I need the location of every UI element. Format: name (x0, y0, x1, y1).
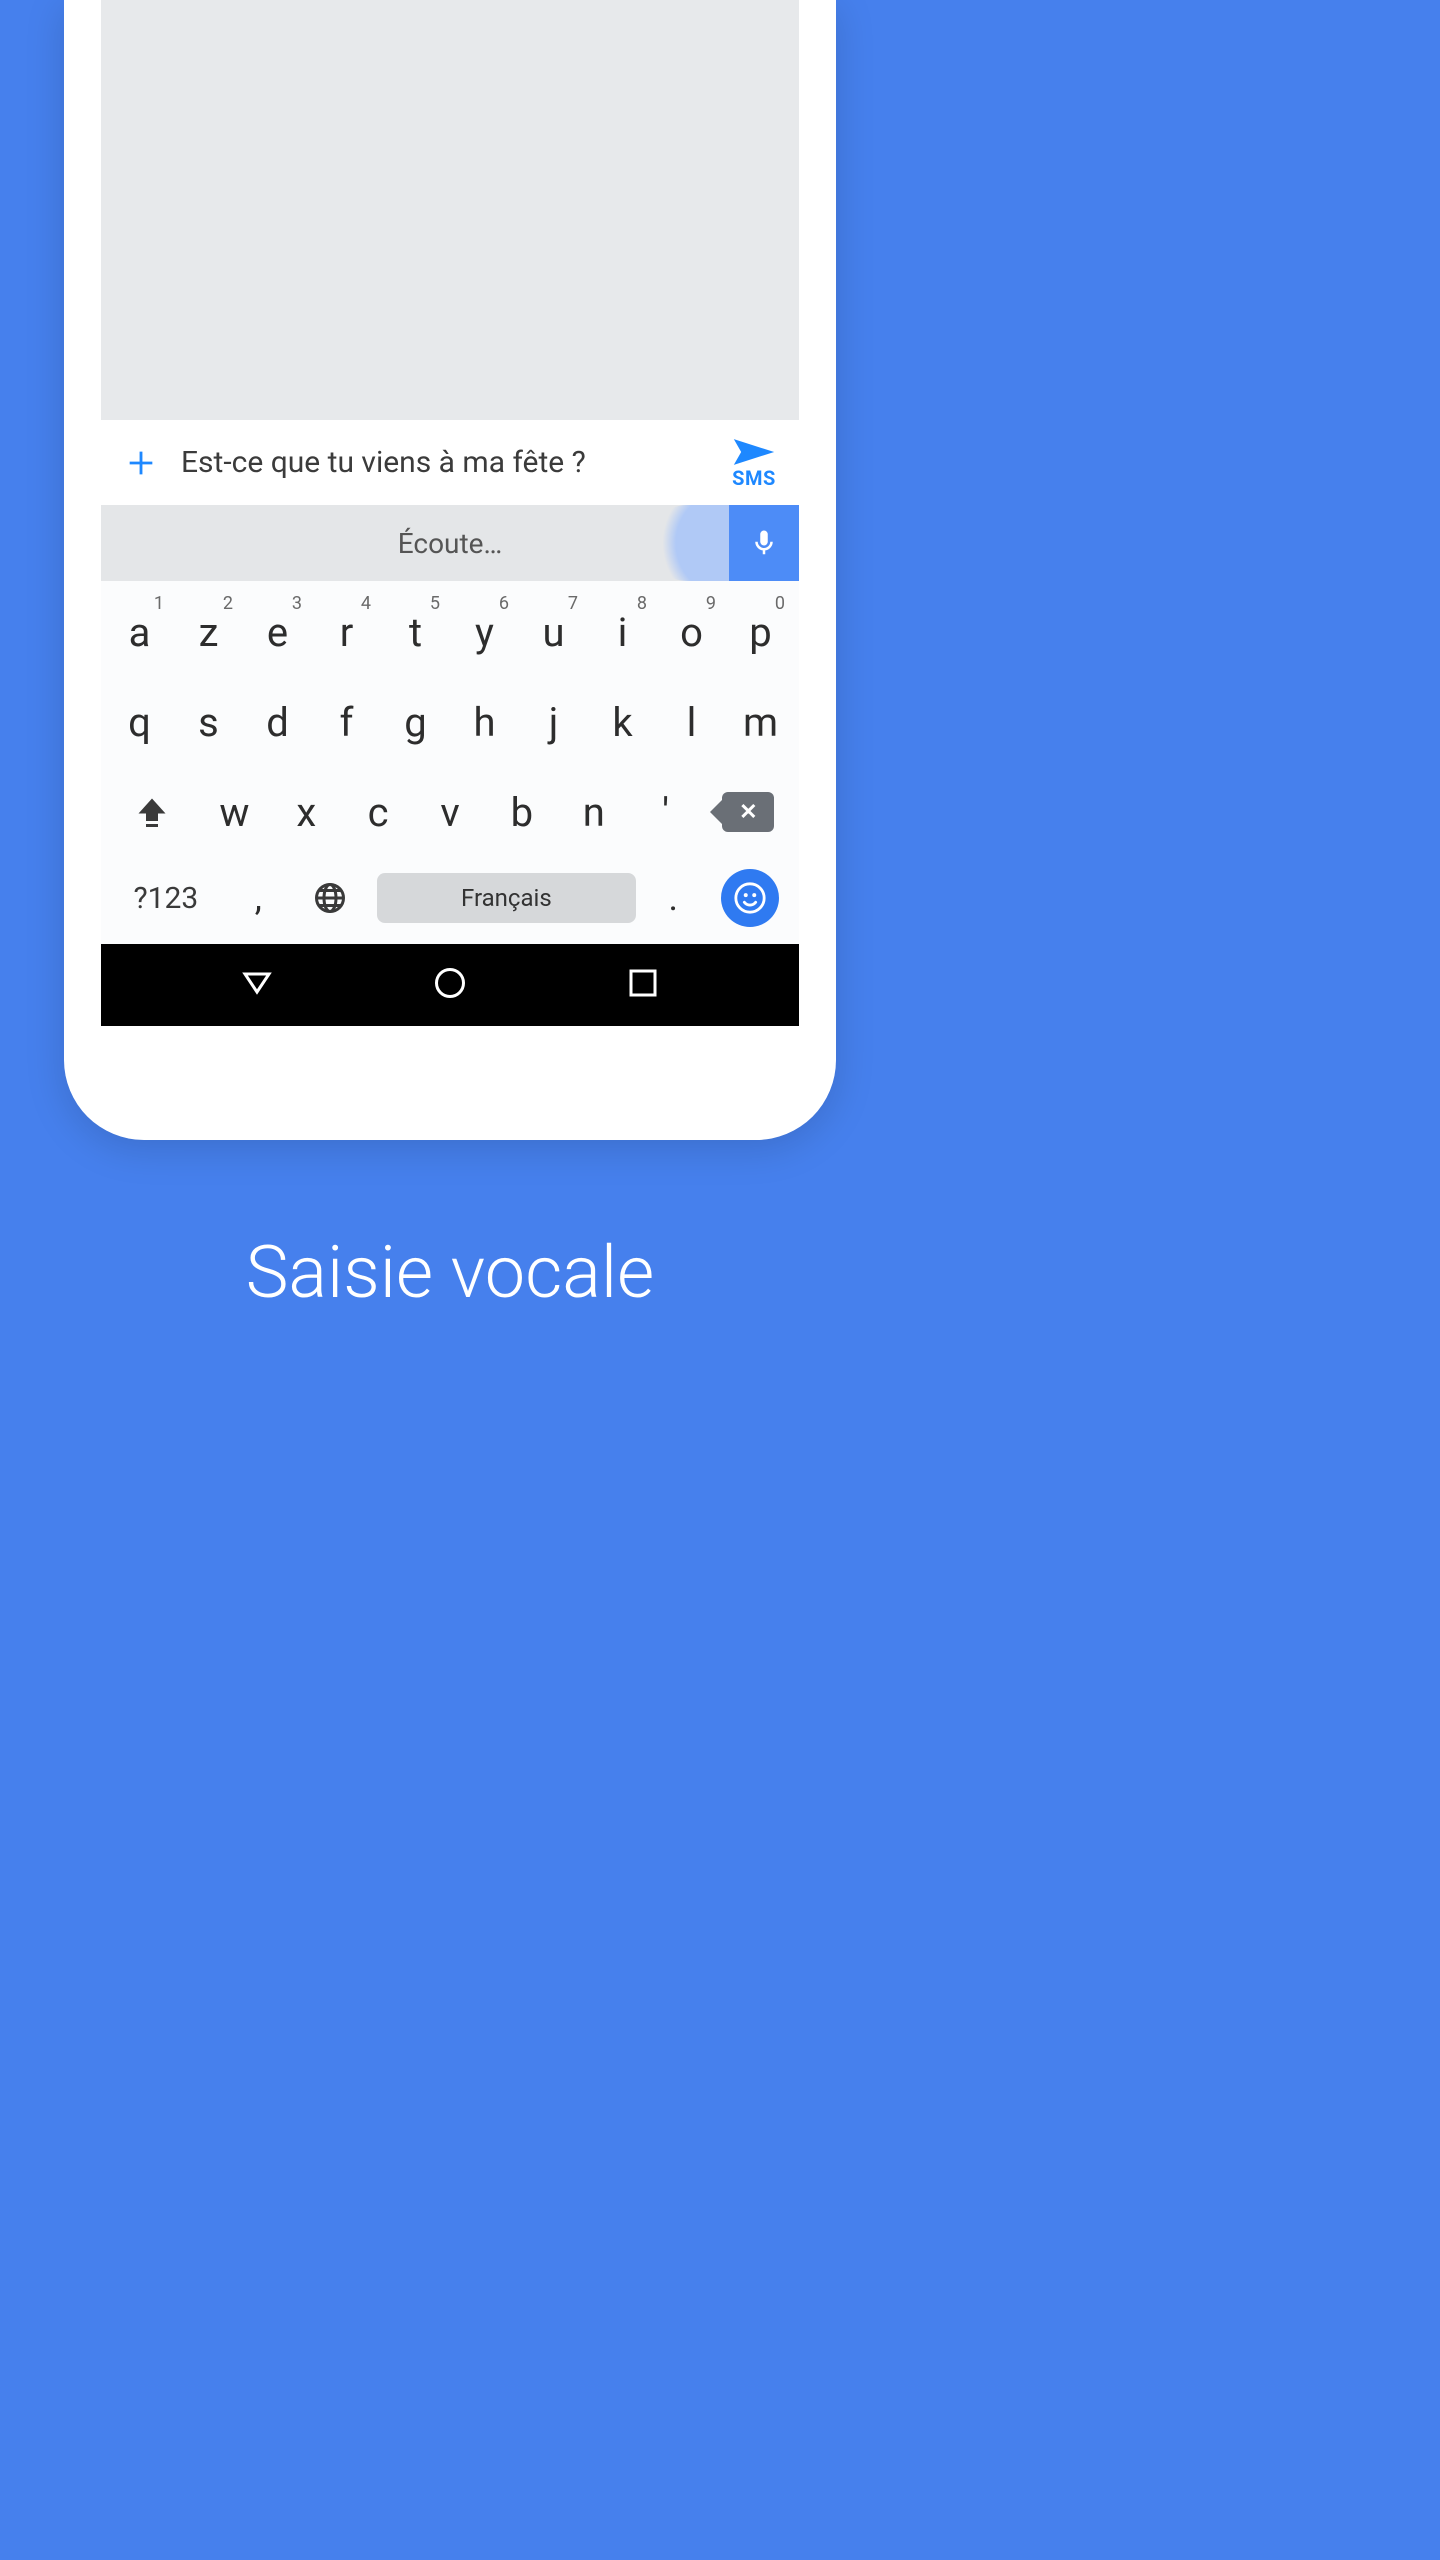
plus-icon (124, 446, 158, 480)
mic-button[interactable] (729, 505, 799, 581)
key-row-2: qsdfghjklm (105, 677, 795, 767)
key-s[interactable]: s (174, 677, 243, 767)
comma-key[interactable]: , (227, 857, 290, 939)
space-label: Français (377, 873, 636, 923)
compose-bar: Est-ce que tu viens à ma fête ? SMS (101, 420, 799, 505)
send-label: SMS (732, 466, 776, 490)
nav-home-button[interactable] (432, 965, 468, 1005)
key-h[interactable]: h (450, 677, 519, 767)
key-g[interactable]: g (381, 677, 450, 767)
back-triangle-icon (239, 965, 275, 1001)
mic-wave (649, 505, 729, 581)
key-x[interactable]: x (270, 767, 342, 857)
phone-screen: Est-ce que tu viens à ma fête ? SMS Écou… (101, 0, 799, 1026)
key-b[interactable]: b (486, 767, 558, 857)
shift-key[interactable] (105, 767, 198, 857)
shift-icon (134, 794, 170, 830)
nav-recent-button[interactable] (625, 965, 661, 1005)
symbols-key[interactable]: ?123 (105, 857, 227, 939)
period-key[interactable]: . (642, 857, 705, 939)
phone-frame: Est-ce que tu viens à ma fête ? SMS Écou… (64, 0, 836, 1140)
emoji-key[interactable] (705, 857, 795, 939)
key-d[interactable]: d (243, 677, 312, 767)
key-q[interactable]: q (105, 677, 174, 767)
key-row-3: wxcvbn' ✕ (105, 767, 795, 857)
listening-label: Écoute… (101, 527, 729, 560)
key-v[interactable]: v (414, 767, 486, 857)
keyboard: 1a2z3e4r5t6y7u8i9o0p qsdfghjklm wxcvbn' … (101, 581, 799, 944)
recent-square-icon (625, 965, 661, 1001)
key-o[interactable]: 9o (657, 587, 726, 677)
globe-icon (312, 880, 348, 916)
mic-icon (749, 528, 779, 558)
promo-caption: Saisie vocale (0, 1230, 900, 1315)
android-nav-bar (101, 944, 799, 1026)
space-key[interactable]: Français (371, 857, 642, 939)
add-attachment-button[interactable] (101, 446, 181, 480)
key-k[interactable]: k (588, 677, 657, 767)
key-a[interactable]: 1a (105, 587, 174, 677)
compose-text[interactable]: Est-ce que tu viens à ma fête ? (181, 445, 709, 480)
key-f[interactable]: f (312, 677, 381, 767)
emoji-icon (733, 881, 767, 915)
voice-suggestion-bar: Écoute… (101, 505, 799, 581)
key-r[interactable]: 4r (312, 587, 381, 677)
key-p[interactable]: 0p (726, 587, 795, 677)
key-c[interactable]: c (342, 767, 414, 857)
key-m[interactable]: m (726, 677, 795, 767)
nav-back-button[interactable] (239, 965, 275, 1005)
key-e[interactable]: 3e (243, 587, 312, 677)
home-circle-icon (432, 965, 468, 1001)
key-j[interactable]: j (519, 677, 588, 767)
key-row-4: ?123 , Français . (105, 857, 795, 939)
key-y[interactable]: 6y (450, 587, 519, 677)
backspace-key[interactable]: ✕ (702, 767, 795, 857)
key-z[interactable]: 2z (174, 587, 243, 677)
key-apostrophe[interactable]: ' (630, 767, 702, 857)
backspace-icon: ✕ (722, 792, 774, 832)
key-t[interactable]: 5t (381, 587, 450, 677)
key-i[interactable]: 8i (588, 587, 657, 677)
key-w[interactable]: w (198, 767, 270, 857)
send-icon (732, 436, 776, 468)
key-l[interactable]: l (657, 677, 726, 767)
key-row-1: 1a2z3e4r5t6y7u8i9o0p (105, 587, 795, 677)
key-u[interactable]: 7u (519, 587, 588, 677)
send-button[interactable]: SMS (709, 436, 799, 490)
key-n[interactable]: n (558, 767, 630, 857)
language-key[interactable] (290, 857, 371, 939)
